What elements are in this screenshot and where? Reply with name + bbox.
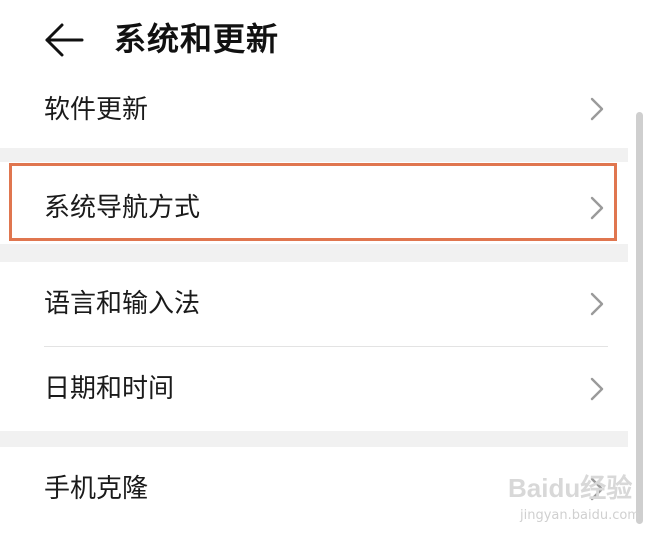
watermark-brand: Baidu经验 (508, 473, 633, 503)
chevron-right-icon (588, 376, 606, 402)
list-item-software-update[interactable]: 软件更新 (0, 84, 628, 148)
list-item-date-time[interactable]: 日期和时间 (0, 347, 628, 431)
section-gap (0, 431, 628, 447)
page-title: 系统和更新 (114, 20, 280, 58)
section-gap (0, 244, 628, 262)
watermark: Baidu经验 jingyan.baidu.com (506, 462, 656, 532)
watermark-url: jingyan.baidu.com (520, 508, 640, 523)
chevron-right-icon (588, 291, 606, 317)
chevron-right-icon (588, 96, 606, 122)
list-item-label: 语言和输入法 (44, 289, 201, 319)
list-item-label: 手机克隆 (44, 474, 149, 504)
section-gap (0, 148, 628, 162)
header: 系统和更新 (0, 0, 661, 84)
list-item-system-navigation[interactable]: 系统导航方式 (0, 162, 628, 244)
list-item-language-input[interactable]: 语言和输入法 (0, 262, 628, 346)
chevron-right-icon (588, 195, 606, 221)
arrow-left-icon[interactable] (42, 22, 86, 58)
list-item-label: 日期和时间 (44, 374, 175, 404)
list-item-label: 系统导航方式 (44, 193, 201, 223)
list-item-label: 软件更新 (44, 95, 149, 125)
